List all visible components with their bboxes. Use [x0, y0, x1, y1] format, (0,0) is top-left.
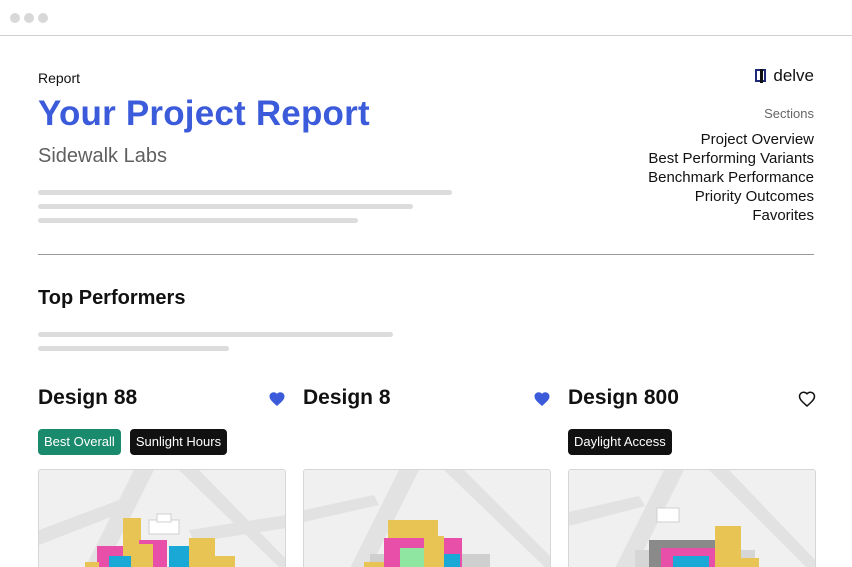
section-link-favorites[interactable]: Favorites — [648, 206, 814, 225]
window-close-dot[interactable] — [10, 13, 20, 23]
top-performers-title: Top Performers — [38, 287, 186, 309]
sections-nav: Project Overview Best Performing Variant… — [648, 130, 814, 225]
tag-best-overall: Best Overall — [38, 429, 121, 455]
report-label: Report — [38, 70, 81, 86]
design-thumbnail[interactable] — [38, 469, 286, 567]
section-link-benchmark-performance[interactable]: Benchmark Performance — [648, 168, 814, 187]
delve-logo-icon — [755, 69, 767, 83]
window-titlebar — [0, 0, 852, 36]
sections-label: Sections — [764, 106, 814, 121]
favorite-heart-icon[interactable] — [533, 390, 551, 408]
design-card: Design 88 Best Overall Sunlight Hours — [38, 386, 286, 567]
design-title: Design 88 — [38, 386, 138, 409]
design-3d-model-image — [569, 470, 815, 567]
placeholder-text-line — [38, 332, 393, 337]
header-divider — [38, 254, 814, 255]
design-3d-model-image — [39, 470, 285, 567]
brand-name: delve — [773, 66, 814, 85]
design-title: Design 800 — [568, 386, 679, 409]
placeholder-text-line — [38, 190, 452, 195]
section-link-project-overview[interactable]: Project Overview — [648, 130, 814, 149]
placeholder-text-line — [38, 218, 358, 223]
page-subtitle: Sidewalk Labs — [38, 145, 167, 167]
design-3d-model-image — [304, 470, 550, 567]
tag-sunlight-hours: Sunlight Hours — [129, 429, 228, 455]
design-thumbnail[interactable] — [303, 469, 551, 567]
brand-logo[interactable]: delve — [755, 66, 814, 86]
section-link-priority-outcomes[interactable]: Priority Outcomes — [648, 187, 814, 206]
design-title: Design 8 — [303, 386, 391, 409]
placeholder-text-line — [38, 346, 229, 351]
placeholder-text-line — [38, 204, 413, 209]
tag-daylight-access: Daylight Access — [568, 429, 672, 455]
design-card: Design 800 Daylight Access — [568, 386, 816, 567]
window-minimize-dot[interactable] — [24, 13, 34, 23]
favorite-heart-icon[interactable] — [268, 390, 286, 408]
window-maximize-dot[interactable] — [38, 13, 48, 23]
design-card: Design 8 — [303, 386, 551, 567]
design-thumbnail[interactable] — [568, 469, 816, 567]
section-link-best-performing-variants[interactable]: Best Performing Variants — [648, 149, 814, 168]
page-title: Your Project Report — [38, 94, 370, 133]
favorite-heart-icon[interactable] — [798, 390, 816, 408]
